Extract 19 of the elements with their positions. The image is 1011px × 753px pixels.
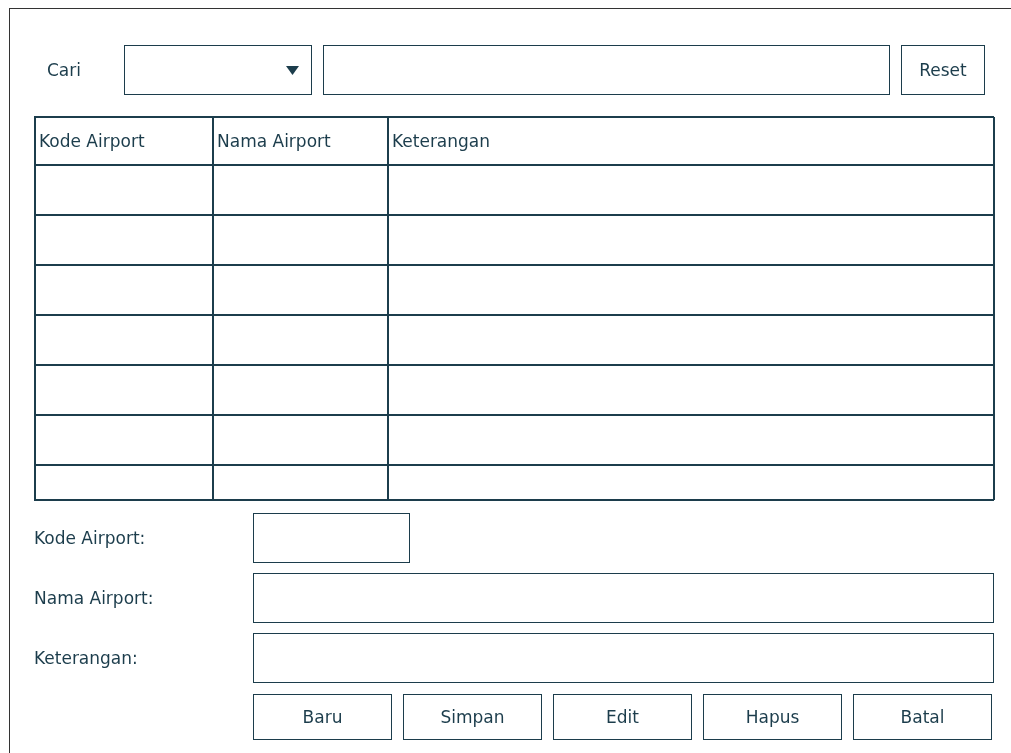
column-header: Kode Airport [35,117,213,165]
action-button[interactable]: Batal [853,694,992,740]
column-header: Nama Airport [213,117,388,165]
action-button[interactable]: Simpan [403,694,542,740]
field-label: Keterangan: [34,647,139,668]
input-field[interactable] [253,572,994,623]
input-field[interactable] [253,512,410,563]
column-header: Keterangan [388,117,995,165]
reset-button[interactable]: Reset [901,45,985,95]
field-label: Nama Airport: [34,587,155,608]
search-label: Cari [46,60,82,80]
category-dropdown[interactable] [124,45,312,95]
action-button[interactable]: Edit [553,694,692,740]
action-button[interactable]: Baru [253,694,392,740]
field-label: Kode Airport: [34,527,147,548]
search-field[interactable] [323,45,890,95]
caret-icon [286,65,299,75]
input-field[interactable] [253,632,994,683]
action-button[interactable]: Hapus [703,694,842,740]
